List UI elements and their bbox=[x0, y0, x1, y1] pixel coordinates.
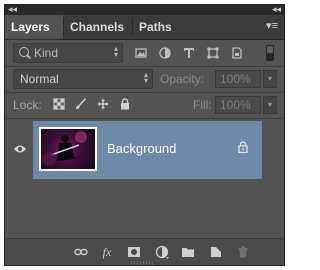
tab-layers[interactable]: Layers bbox=[5, 15, 63, 39]
resize-grip[interactable] bbox=[131, 261, 155, 265]
filter-toggle-switch[interactable] bbox=[266, 45, 274, 61]
smart-object-filter-icon[interactable] bbox=[231, 47, 243, 59]
opacity-dropdown-button[interactable]: ▾ bbox=[263, 70, 277, 88]
opacity-label: Opacity: bbox=[160, 72, 205, 86]
chevron-updown-icon: ▴ ▾ bbox=[143, 70, 148, 85]
visibility-cell bbox=[5, 119, 33, 181]
layers-panel: ◂◂ ◂◂ Layers Channels Paths ▾≡ Kind ▴ ▾ N… bbox=[4, 4, 285, 266]
opacity-input[interactable]: 100% bbox=[215, 70, 261, 88]
type-layer-filter-icon[interactable] bbox=[183, 47, 195, 59]
layer-name[interactable]: Background bbox=[107, 141, 176, 156]
new-group-folder-icon[interactable] bbox=[181, 245, 195, 259]
collapse-right-icon[interactable]: ◂◂ bbox=[272, 4, 281, 14]
panel-titlebar: ◂◂ ◂◂ bbox=[5, 4, 284, 15]
panel-menu-icon[interactable]: ▾≡ bbox=[266, 21, 278, 32]
adjustment-layer-filter-icon[interactable] bbox=[159, 47, 171, 59]
delete-layer-trash-icon[interactable] bbox=[236, 245, 250, 259]
tab-paths[interactable]: Paths bbox=[133, 15, 183, 39]
lock-image-pixels-icon[interactable] bbox=[75, 98, 87, 110]
blend-mode-value: Normal bbox=[20, 72, 59, 86]
lock-all-icon[interactable] bbox=[119, 98, 131, 110]
fx-layer-style-icon[interactable]: fx bbox=[100, 245, 114, 259]
lock-transparent-pixels-icon[interactable] bbox=[53, 98, 65, 110]
new-adjustment-layer-icon[interactable] bbox=[155, 245, 169, 259]
layer-row-background[interactable]: Background bbox=[33, 121, 262, 179]
new-layer-icon[interactable] bbox=[209, 245, 223, 259]
chevron-updown-icon: ▴ ▾ bbox=[113, 44, 118, 59]
panel-tabs: Layers Channels Paths ▾≡ bbox=[5, 15, 284, 40]
tab-channels[interactable]: Channels bbox=[64, 15, 132, 39]
add-layer-mask-icon[interactable] bbox=[127, 245, 141, 259]
pixel-layer-filter-icon[interactable] bbox=[135, 47, 147, 59]
search-icon bbox=[19, 47, 29, 57]
kind-filter-label: Kind bbox=[34, 46, 59, 60]
guitarist-thumbnail-image bbox=[42, 131, 87, 166]
collapse-left-icon[interactable]: ◂◂ bbox=[8, 4, 17, 14]
fill-input[interactable]: 100% bbox=[215, 96, 261, 114]
blending-row: Normal ▴ ▾ Opacity: 100% ▾ bbox=[11, 67, 278, 91]
kind-filter-dropdown[interactable]: Kind ▴ ▾ bbox=[13, 43, 123, 63]
lock-row: Lock: Fill: 100% ▾ bbox=[11, 93, 278, 117]
blend-mode-dropdown[interactable]: Normal ▴ ▾ bbox=[13, 69, 153, 89]
shape-layer-filter-icon[interactable] bbox=[207, 47, 219, 59]
filter-row: Kind ▴ ▾ bbox=[11, 41, 278, 65]
lock-position-icon[interactable] bbox=[97, 98, 109, 110]
link-layers-icon[interactable] bbox=[74, 245, 88, 259]
lock-icon bbox=[238, 141, 248, 153]
fill-label: Fill: bbox=[193, 98, 212, 112]
layer-thumbnail[interactable] bbox=[39, 127, 97, 171]
eye-icon[interactable] bbox=[13, 144, 27, 154]
layers-bottom-toolbar: fx bbox=[5, 238, 284, 265]
layers-list: Background bbox=[5, 119, 284, 229]
fill-dropdown-button[interactable]: ▾ bbox=[263, 96, 277, 114]
lock-label: Lock: bbox=[13, 98, 42, 112]
